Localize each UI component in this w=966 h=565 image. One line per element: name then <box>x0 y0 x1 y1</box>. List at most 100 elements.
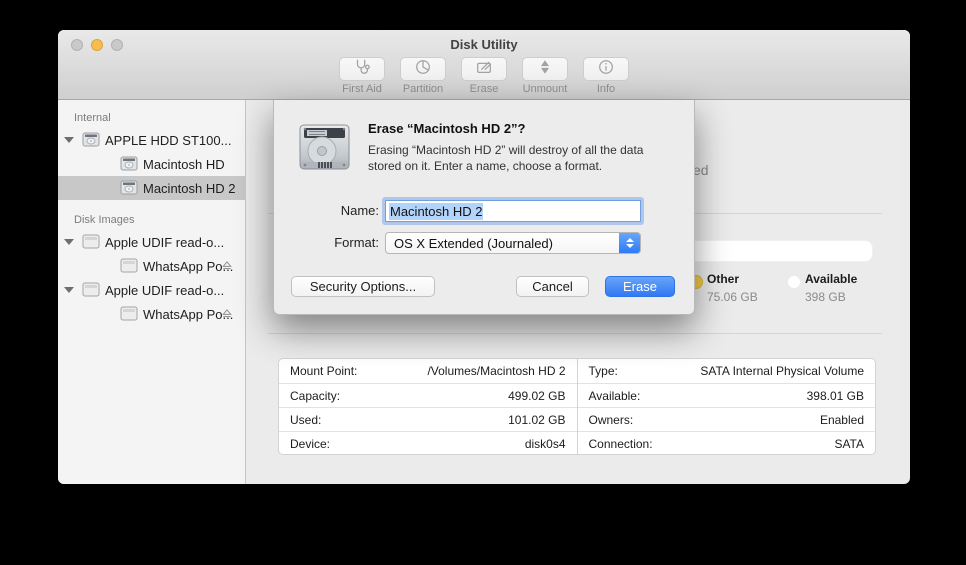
hard-drive-icon <box>296 118 353 180</box>
volume-info-table: Mount Point: /Volumes/Macintosh HD 2 Cap… <box>278 358 876 455</box>
legend-label-available: Available <box>805 272 857 286</box>
info-row-device: Device: disk0s4 <box>279 431 577 455</box>
info-label: Connection: <box>589 437 653 451</box>
disk-utility-window: Disk Utility First Aid <box>58 30 910 484</box>
info-value: SATA <box>834 437 864 451</box>
erase-dialog: Erase “Macintosh HD 2”? Erasing “Macinto… <box>273 100 695 315</box>
sidebar-item-apple-udif-1[interactable]: Apple UDIF read-o... <box>58 230 245 254</box>
name-input[interactable]: Macintosh HD 2 <box>385 200 641 222</box>
info-value: Enabled <box>820 413 864 427</box>
eject-icon[interactable] <box>221 260 233 275</box>
divider <box>268 333 882 334</box>
unmount-icon <box>536 58 554 81</box>
info-button[interactable] <box>583 57 629 81</box>
format-select[interactable]: OS X Extended (Journaled) <box>385 232 641 254</box>
info-table-left: Mount Point: /Volumes/Macintosh HD 2 Cap… <box>279 359 578 454</box>
disclosure-triangle-icon[interactable] <box>64 137 74 143</box>
screen-background: Disk Utility First Aid <box>0 0 966 565</box>
info-row-type: Type: SATA Internal Physical Volume <box>578 359 876 383</box>
info-label: Owners: <box>589 413 634 427</box>
info-value: 398.01 GB <box>807 389 864 403</box>
info-row-mount-point: Mount Point: /Volumes/Macintosh HD 2 <box>279 359 577 383</box>
partition-button[interactable] <box>400 57 446 81</box>
window-title: Disk Utility <box>58 37 910 52</box>
eject-icon[interactable] <box>221 308 233 323</box>
toolbar-item-partition[interactable]: Partition <box>397 57 449 95</box>
dialog-message: Erasing “Macintosh HD 2” will destroy of… <box>368 142 678 174</box>
toolbar: First Aid Partition <box>58 57 910 95</box>
sidebar-item-label: Macintosh HD <box>58 157 225 172</box>
volume-subtitle-fragment: ed <box>693 162 709 178</box>
cancel-button[interactable]: Cancel <box>516 276 589 297</box>
partition-icon <box>414 58 432 81</box>
info-label: Available: <box>589 389 641 403</box>
sidebar-item-macintosh-hd-2[interactable]: Macintosh HD 2 <box>58 176 245 200</box>
disclosure-triangle-icon[interactable] <box>64 239 74 245</box>
toolbar-item-info[interactable]: Info <box>580 57 632 95</box>
info-value: SATA Internal Physical Volume <box>700 364 864 378</box>
erase-button[interactable]: Erase <box>605 276 675 297</box>
sidebar-item-label: WhatsApp Po... <box>58 259 233 274</box>
disk-image-icon <box>82 282 100 300</box>
info-row-used: Used: 101.02 GB <box>279 407 577 431</box>
toolbar-item-first-aid[interactable]: First Aid <box>336 57 388 95</box>
toolbar-label: Unmount <box>523 83 568 95</box>
info-label: Used: <box>290 413 321 427</box>
legend-label-other: Other <box>707 272 739 286</box>
sidebar-item-apple-hdd[interactable]: APPLE HDD ST100... <box>58 128 245 152</box>
volume-icon <box>120 156 138 174</box>
popup-stepper-icon <box>619 233 640 253</box>
toolbar-label: Partition <box>403 83 443 95</box>
info-label: Type: <box>589 364 618 378</box>
first-aid-button[interactable] <box>339 57 385 81</box>
sidebar-item-label: WhatsApp Po... <box>58 307 233 322</box>
info-value: /Volumes/Macintosh HD 2 <box>427 364 565 378</box>
toolbar-label: Info <box>597 83 615 95</box>
legend-dot-available <box>787 275 801 289</box>
info-label: Capacity: <box>290 389 340 403</box>
name-input-value: Macintosh HD 2 <box>389 203 483 220</box>
disclosure-triangle-icon[interactable] <box>64 287 74 293</box>
toolbar-label: Erase <box>470 83 499 95</box>
first-aid-icon <box>353 58 371 81</box>
volume-icon <box>120 180 138 198</box>
erase-icon <box>475 58 493 81</box>
name-label: Name: <box>274 203 379 218</box>
hdd-icon <box>82 132 100 150</box>
content-area: Internal APPLE HDD ST100... Macintosh HD <box>58 100 910 484</box>
sidebar: Internal APPLE HDD ST100... Macintosh HD <box>58 100 246 484</box>
info-icon <box>597 58 615 81</box>
legend-value-available: 398 GB <box>805 290 846 304</box>
legend-value-other: 75.06 GB <box>707 290 758 304</box>
format-label: Format: <box>274 235 379 250</box>
disk-image-icon <box>82 234 100 252</box>
titlebar: Disk Utility First Aid <box>58 30 910 100</box>
info-value: disk0s4 <box>525 437 566 451</box>
erase-toolbar-button[interactable] <box>461 57 507 81</box>
info-row-capacity: Capacity: 499.02 GB <box>279 383 577 407</box>
format-select-value: OS X Extended (Journaled) <box>394 236 553 251</box>
disk-image-icon <box>120 258 138 276</box>
info-value: 101.02 GB <box>508 413 565 427</box>
toolbar-item-erase[interactable]: Erase <box>458 57 510 95</box>
unmount-button[interactable] <box>522 57 568 81</box>
sidebar-item-label: Macintosh HD 2 <box>58 181 235 196</box>
sidebar-item-macintosh-hd[interactable]: Macintosh HD <box>58 152 245 176</box>
dialog-title: Erase “Macintosh HD 2”? <box>368 121 526 136</box>
info-label: Mount Point: <box>290 364 357 378</box>
info-label: Device: <box>290 437 330 451</box>
sidebar-item-whatsapp-1[interactable]: WhatsApp Po... <box>58 254 245 278</box>
info-value: 499.02 GB <box>508 389 565 403</box>
sidebar-section-disk-images: Disk Images <box>58 210 245 230</box>
toolbar-label: First Aid <box>342 83 382 95</box>
security-options-button[interactable]: Security Options... <box>291 276 435 297</box>
sidebar-item-whatsapp-2[interactable]: WhatsApp Po... <box>58 302 245 326</box>
sidebar-section-internal: Internal <box>58 108 245 128</box>
info-row-owners: Owners: Enabled <box>578 407 876 431</box>
disk-image-icon <box>120 306 138 324</box>
info-table-right: Type: SATA Internal Physical Volume Avai… <box>578 359 876 454</box>
toolbar-item-unmount[interactable]: Unmount <box>519 57 571 95</box>
sidebar-item-apple-udif-2[interactable]: Apple UDIF read-o... <box>58 278 245 302</box>
info-row-available: Available: 398.01 GB <box>578 383 876 407</box>
info-row-connection: Connection: SATA <box>578 431 876 455</box>
